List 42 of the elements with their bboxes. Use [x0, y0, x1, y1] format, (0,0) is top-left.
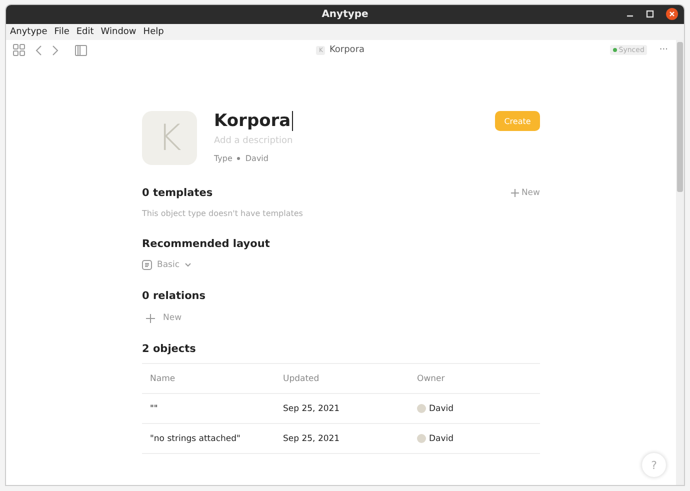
forward-icon[interactable] [52, 44, 59, 56]
chevron-down-icon [184, 263, 191, 267]
sidebar-icon[interactable] [75, 44, 87, 56]
avatar-icon [417, 434, 426, 443]
more-button[interactable]: ··· [659, 45, 668, 55]
title-field[interactable]: Korpora [214, 111, 293, 131]
type-label: Type [214, 154, 232, 163]
table-cell: Sep 25, 2021 [283, 434, 340, 444]
section-title: 2 objects [142, 343, 197, 355]
menu-item[interactable]: Help [143, 27, 164, 37]
plus-icon [511, 189, 520, 197]
empty-message: This object type doesn't have templates [142, 209, 304, 218]
table-cell: David [429, 434, 454, 444]
layout-dropdown[interactable]: Basic [142, 260, 191, 270]
column-header[interactable]: Owner [417, 374, 445, 384]
column-header[interactable]: Updated [283, 374, 320, 384]
table-cell[interactable]: "" [150, 404, 158, 414]
scrollbar[interactable] [676, 40, 684, 485]
grid-icon[interactable] [13, 44, 25, 56]
maximize-icon[interactable] [646, 10, 654, 18]
close-icon[interactable] [666, 8, 678, 20]
menu-item[interactable]: File [54, 27, 70, 37]
breadcrumb[interactable]: Korpora [329, 45, 365, 55]
new-relation-button[interactable]: New [146, 313, 182, 323]
back-icon[interactable] [35, 44, 42, 56]
window-title: Anytype [322, 9, 368, 20]
section-title: Recommended layout [142, 238, 271, 250]
section-title: 0 relations [142, 290, 207, 302]
column-header[interactable]: Name [150, 374, 176, 384]
menu-item[interactable]: Window [100, 27, 136, 37]
table-cell[interactable]: "no strings attached" [150, 434, 240, 444]
table-cell: Sep 25, 2021 [283, 404, 340, 414]
author-name: David [245, 154, 268, 163]
document-icon [142, 260, 152, 270]
plus-icon [146, 314, 155, 322]
avatar-icon [417, 404, 426, 413]
menu-item[interactable]: Edit [76, 27, 94, 37]
section-title: 0 templates [142, 187, 213, 199]
table-cell: David [429, 404, 454, 414]
new-template-button[interactable]: New [511, 188, 540, 198]
menu-item[interactable]: Anytype [10, 27, 48, 37]
bullet-icon [237, 157, 240, 160]
